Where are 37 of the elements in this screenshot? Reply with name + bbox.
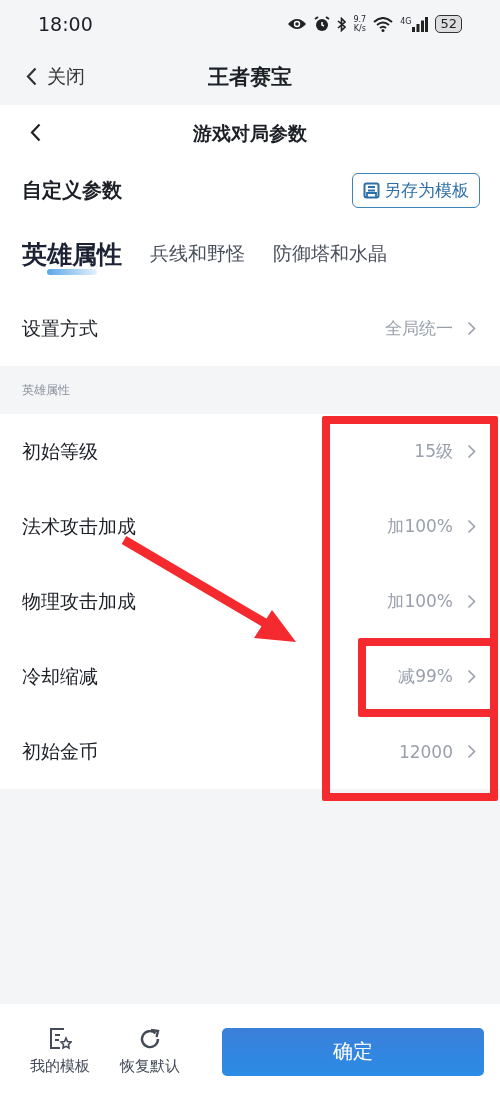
save-icon (363, 181, 380, 199)
tab[interactable]: 防御塔和水晶 (273, 241, 387, 267)
section-title: 英雄属性 (21, 381, 71, 399)
setting-row[interactable]: 物理攻击加成 加100% (0, 564, 500, 639)
bluetooth-icon (337, 16, 347, 32)
setting-row[interactable]: 初始金币 12000 (0, 714, 500, 789)
confirm-button[interactable]: 确定 (222, 1027, 484, 1076)
reset-button[interactable]: 恢复默认 (120, 1027, 180, 1076)
alarm-icon (314, 16, 331, 32)
chevron-right-icon (467, 669, 476, 684)
setting-row[interactable]: 初始等级 15级 (0, 414, 500, 489)
save-template-button[interactable]: 另存为模板 (352, 172, 480, 208)
app-title: 王者赛宝 (208, 63, 292, 91)
chevron-right-icon (467, 744, 476, 759)
back-icon (26, 67, 37, 86)
chevron-right-icon (467, 444, 476, 459)
close-button[interactable]: 关闭 (26, 63, 85, 90)
network-speed: 9.7 K/s (353, 15, 367, 33)
chevron-right-icon (467, 519, 476, 534)
signal-icon (412, 16, 429, 32)
document-star-icon (48, 1027, 72, 1051)
section-heading: 自定义参数 (22, 176, 122, 204)
tab[interactable]: 兵线和野怪 (150, 241, 245, 267)
page-title: 游戏对局参数 (193, 121, 307, 146)
network-type: 4G (400, 17, 412, 26)
status-time: 18:00 (38, 13, 93, 35)
refresh-icon (138, 1027, 162, 1051)
my-templates-button[interactable]: 我的模板 (30, 1027, 90, 1076)
wifi-icon (373, 16, 394, 32)
row-value: 全局统一 (385, 317, 453, 340)
setting-row[interactable]: 法术攻击加成 加100% (0, 489, 500, 564)
eye-icon (287, 17, 308, 31)
chevron-right-icon (467, 594, 476, 609)
battery-level: 52 (435, 15, 462, 33)
setting-row[interactable]: 冷却缩减 减99% (0, 639, 500, 714)
chevron-right-icon (467, 321, 476, 336)
row-label: 设置方式 (22, 315, 98, 341)
